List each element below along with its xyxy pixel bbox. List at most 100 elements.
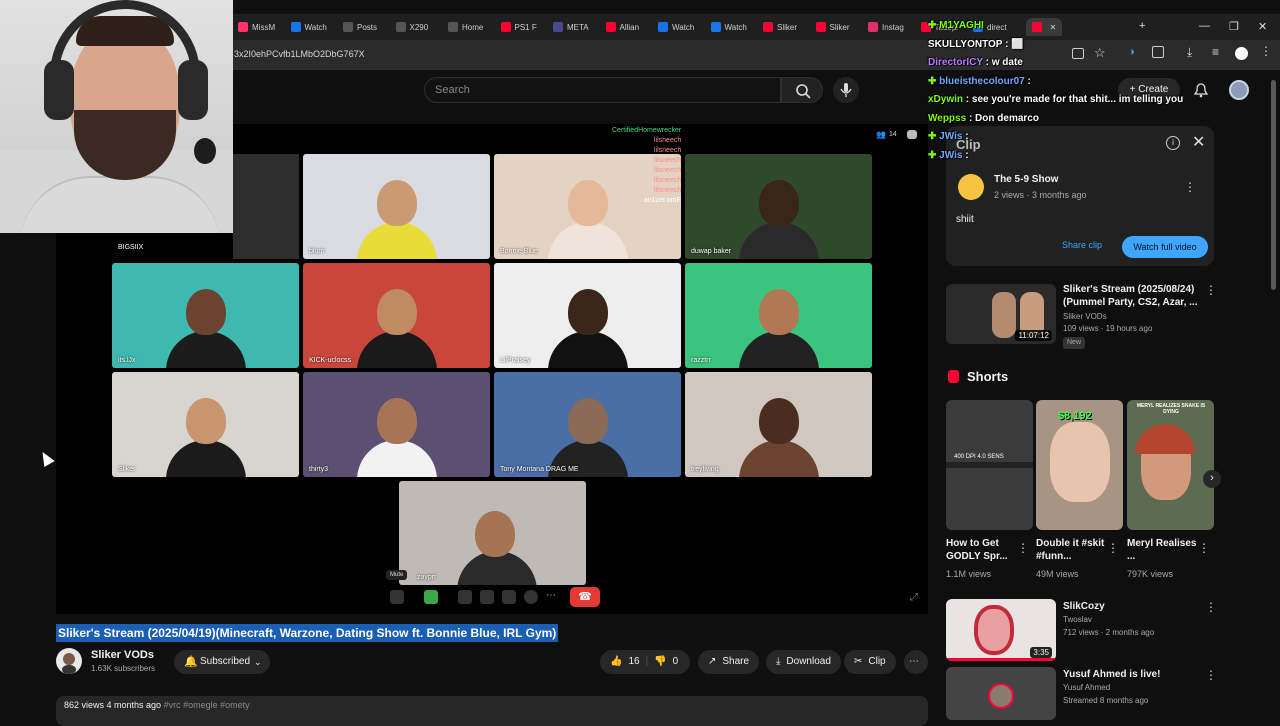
- short-menu-icon-2[interactable]: ⋮: [1107, 541, 1119, 555]
- browser-tab[interactable]: Sliker: [763, 18, 797, 36]
- more-video-thumbnail-1[interactable]: 3:35: [946, 599, 1056, 661]
- recommended-menu-icon[interactable]: ⋮: [1205, 283, 1217, 297]
- more-video-title-2[interactable]: Yusuf Ahmed is live!: [1063, 668, 1160, 681]
- search-input[interactable]: Search: [424, 77, 781, 103]
- like-icon[interactable]: 👍: [610, 650, 622, 674]
- participant-tile[interactable]: razztrr: [685, 263, 872, 368]
- download-button[interactable]: ⤓ Download: [766, 650, 841, 674]
- gallery-icon[interactable]: [480, 590, 494, 604]
- short-menu-icon-3[interactable]: ⋮: [1198, 541, 1210, 555]
- more-video-channel-2[interactable]: Yusuf Ahmed: [1063, 682, 1110, 694]
- browser-tab[interactable]: PS1 F: [500, 18, 537, 36]
- chat-username: lilsneech: [654, 177, 682, 184]
- more-options-icon[interactable]: ⋯: [546, 590, 560, 604]
- channel-name[interactable]: Sliker VODs: [91, 649, 154, 661]
- browser-tab[interactable]: Watch: [710, 18, 747, 36]
- tab-label: PS1 F: [514, 22, 537, 32]
- chat-bubble-icon[interactable]: [907, 130, 917, 139]
- overlay-chat-text: :: [1027, 75, 1031, 87]
- subscribed-button[interactable]: 🔔 Subscribed ⌄: [174, 650, 270, 674]
- fullscreen-icon[interactable]: ⤢: [910, 592, 918, 603]
- browser-tab[interactable]: Home: [448, 18, 483, 36]
- dislike-icon[interactable]: 👎: [654, 650, 666, 674]
- browser-tab[interactable]: Posts: [343, 18, 377, 36]
- participant-name: BIGSIIX: [118, 244, 144, 251]
- voice-search-button[interactable]: [833, 77, 859, 103]
- recommended-channel[interactable]: Sliker VODs: [1063, 311, 1107, 323]
- effects-icon[interactable]: [502, 590, 516, 604]
- browser-menu-icon[interactable]: ⋮: [1260, 44, 1272, 58]
- browser-tab[interactable]: Watch: [290, 18, 327, 36]
- more-actions-button[interactable]: ⋯: [904, 650, 928, 674]
- chat-last-line: an1zet omE: [643, 197, 682, 204]
- participant-name: Sliker: [118, 466, 136, 473]
- browser-tab[interactable]: Sliker: [815, 18, 850, 36]
- short-title-2[interactable]: Double it #skit #funn...: [1036, 537, 1106, 563]
- browser-tab[interactable]: X290: [395, 18, 428, 36]
- participant-tile[interactable]: treyliving: [685, 372, 872, 477]
- more-video-thumbnail-2[interactable]: [946, 667, 1056, 720]
- end-call-button[interactable]: ☎: [570, 587, 600, 607]
- more-video-channel-1[interactable]: Twoslav: [1063, 614, 1092, 626]
- participant-tile[interactable]: its.lJx: [112, 263, 299, 368]
- account-avatar[interactable]: [1229, 80, 1249, 100]
- more-video-menu-icon-1[interactable]: ⋮: [1205, 600, 1217, 614]
- clip-menu-icon[interactable]: ⋮: [1184, 180, 1196, 194]
- profile-avatar-icon[interactable]: [1235, 47, 1248, 60]
- participant-tile[interactable]: duwap baker: [685, 154, 872, 259]
- new-badge: New: [1063, 337, 1086, 349]
- short-title-1[interactable]: How to Get GODLY Spr...: [946, 537, 1016, 563]
- dislike-count[interactable]: 0: [673, 650, 679, 674]
- short-menu-icon-1[interactable]: ⋮: [1017, 541, 1029, 555]
- mute-mic-icon[interactable]: [390, 590, 404, 604]
- participant-tile[interactable]: KICK-uclocss: [303, 263, 490, 368]
- short-thumbnail-1[interactable]: 400 DPI 4.0 SENS: [946, 400, 1033, 530]
- like-count[interactable]: 16: [628, 650, 639, 674]
- watch-full-video-button[interactable]: Watch full video: [1122, 236, 1208, 258]
- close-window-button[interactable]: ✕: [1258, 20, 1267, 33]
- camera-icon[interactable]: [424, 590, 438, 604]
- shorts-next-arrow-icon[interactable]: ›: [1203, 470, 1221, 488]
- participant-name: thirty3: [309, 466, 329, 473]
- download-label: Download: [786, 656, 831, 667]
- participant-tile[interactable]: LilPraisey: [494, 263, 681, 368]
- url-field[interactable]: 3x2I0ehPCvfb1LMbO2DbG767X: [234, 49, 365, 59]
- search-button[interactable]: [781, 77, 823, 103]
- minimize-button[interactable]: —: [1199, 20, 1210, 32]
- screen-share-icon[interactable]: [458, 590, 472, 604]
- participant-tile[interactable]: Tony Montana DRAG ME: [494, 372, 681, 477]
- clip-channel-name[interactable]: The 5-9 Show: [994, 174, 1058, 185]
- more-video-title-1[interactable]: SlikCozy: [1063, 600, 1105, 613]
- short-thumbnail-3[interactable]: MERYL REALIZES SNAKE IS DYING: [1127, 400, 1214, 530]
- emoji-icon[interactable]: [524, 590, 538, 604]
- description-tags[interactable]: #vrc #omegle #omety: [164, 700, 250, 710]
- recommended-thumbnail[interactable]: 11:07:12: [946, 284, 1056, 344]
- participant-tile[interactable]: thirty3: [303, 372, 490, 477]
- recommended-title[interactable]: Sliker's Stream (2025/08/24) (Pummel Par…: [1063, 283, 1198, 309]
- search-icon: [796, 84, 811, 99]
- clip-button[interactable]: ✂ Clip: [844, 650, 896, 674]
- page-scrollbar[interactable]: [1271, 80, 1276, 290]
- browser-tab[interactable]: Instag: [868, 18, 904, 36]
- participant-tile[interactable]: Sliker: [112, 372, 299, 477]
- self-video-tile[interactable]: zayprr: [399, 481, 586, 585]
- tab-favicon-icon: [763, 22, 773, 32]
- browser-tab[interactable]: Watch: [658, 18, 694, 36]
- clip-channel-avatar[interactable]: [958, 174, 984, 200]
- more-video-menu-icon-2[interactable]: ⋮: [1205, 668, 1217, 682]
- share-button[interactable]: ↗ Share: [698, 650, 760, 674]
- description-box[interactable]: 862 views 4 months ago #vrc #omegle #ome…: [56, 696, 928, 726]
- browser-tab[interactable]: META: [553, 18, 589, 36]
- channel-avatar[interactable]: [56, 648, 82, 674]
- browser-tab[interactable]: Allian: [605, 18, 639, 36]
- media-control-icon[interactable]: ≡: [1212, 45, 1219, 59]
- maximize-button[interactable]: ❐: [1229, 20, 1239, 33]
- share-clip-button[interactable]: Share clip: [1062, 240, 1102, 250]
- short-1-overlay: 400 DPI 4.0 SENS: [954, 454, 1004, 460]
- short-thumbnail-2[interactable]: $8,192: [1036, 400, 1123, 530]
- short-3-overlay: MERYL REALIZES SNAKE IS DYING: [1136, 403, 1206, 415]
- participant-tile[interactable]: blurri: [303, 154, 490, 259]
- short-title-3[interactable]: Meryl Realises ...: [1127, 537, 1197, 563]
- shorts-logo-icon: [948, 370, 959, 383]
- browser-tab[interactable]: MissM: [238, 18, 275, 36]
